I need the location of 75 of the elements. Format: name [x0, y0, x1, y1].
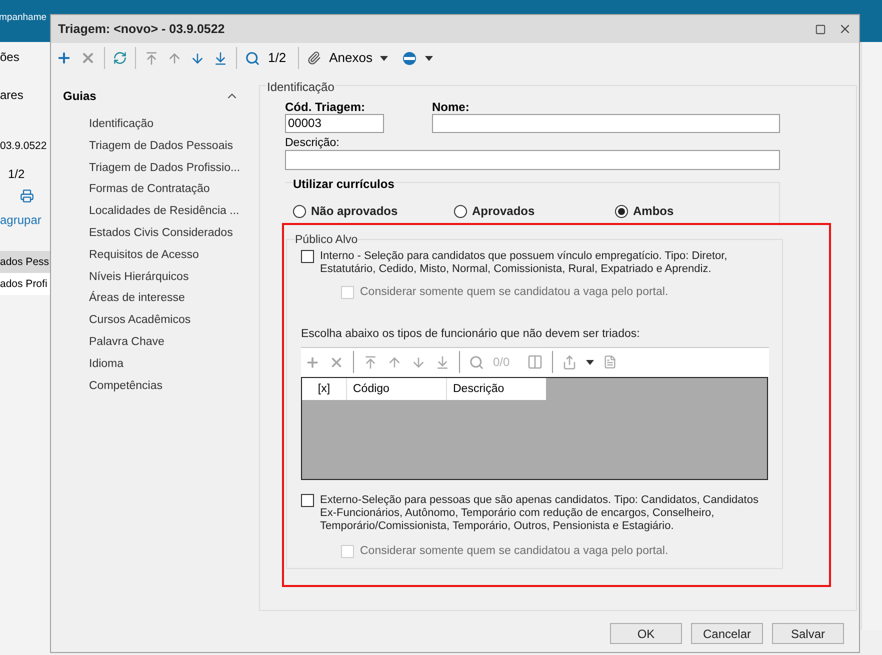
background-text: ões — [0, 49, 20, 66]
radio-button[interactable] — [615, 204, 628, 218]
first-record-icon[interactable] — [363, 354, 378, 370]
caret-icon[interactable] — [586, 360, 594, 364]
printer-icon[interactable] — [20, 188, 34, 203]
field-label: Nome: — [432, 100, 470, 114]
sidebar-item[interactable]: Cursos Acadêmicos — [89, 310, 259, 332]
menu-tab[interactable]: mpanhame — [0, 11, 47, 26]
refresh-icon[interactable] — [113, 51, 127, 65]
radio-label: Aprovados — [472, 203, 535, 220]
name-input[interactable] — [432, 114, 780, 133]
window-title: Triagem: <novo> - 03.9.0522 — [58, 20, 226, 38]
caret-icon[interactable] — [380, 56, 388, 60]
background-row[interactable]: ados Profi — [0, 272, 50, 295]
close-icon[interactable] — [838, 22, 852, 36]
background-link[interactable]: agrupar — [0, 210, 50, 229]
last-record-icon[interactable] — [213, 50, 228, 66]
last-record-icon[interactable] — [435, 354, 450, 370]
field-label: Cód. Triagem: — [285, 100, 366, 114]
background-text: 03.9.0522 — [0, 139, 47, 154]
checkbox[interactable] — [301, 250, 314, 263]
column-header[interactable]: Código — [347, 378, 447, 400]
description-input[interactable] — [285, 150, 780, 170]
checkbox-label: Considerar somente quem se candidatou a vaga pelo portal. — [360, 544, 668, 558]
field-label: Descrição: — [285, 136, 340, 150]
search-icon[interactable] — [469, 354, 484, 370]
dialog-button[interactable]: OK — [610, 623, 682, 644]
sidebar-item[interactable]: Identificação — [89, 114, 259, 136]
dialog-button[interactable]: Salvar — [772, 623, 844, 644]
sidebar-item[interactable]: Triagem de Dados Pessoais — [89, 136, 259, 158]
record-counter: 0/0 — [493, 354, 510, 371]
grid-caption: Escolha abaixo os tipos de funcionário que não devem ser triados: — [301, 327, 641, 342]
delete-icon[interactable] — [80, 50, 96, 66]
sidebar-item[interactable]: Palavra Chave — [89, 332, 259, 354]
record-counter: 1/2 — [268, 49, 286, 68]
paperclip-icon[interactable] — [307, 51, 322, 65]
search-icon[interactable] — [245, 50, 260, 66]
sidebar-item[interactable]: Requisitos de Acesso — [89, 244, 259, 267]
first-record-icon[interactable] — [144, 50, 159, 66]
checkbox[interactable] — [301, 494, 314, 506]
previous-record-icon[interactable] — [387, 354, 402, 370]
sidebar-item[interactable]: Competências — [89, 376, 259, 398]
sidebar-item[interactable]: Localidades de Residência ... — [89, 201, 259, 223]
sidebar-item[interactable]: Idioma — [89, 354, 259, 376]
radio-label: Não aprovados — [311, 203, 398, 220]
previous-record-icon[interactable] — [167, 50, 182, 66]
sidebar-item[interactable]: Áreas de interesse — [89, 288, 259, 310]
next-record-icon[interactable] — [411, 354, 426, 370]
sidebar-item[interactable]: Níveis Hierárquicos — [89, 266, 259, 288]
background-text: ares — [0, 87, 24, 104]
add-icon[interactable] — [56, 50, 72, 66]
background-row[interactable]: ados Pess — [0, 250, 50, 273]
export-icon[interactable] — [562, 354, 577, 370]
add-icon[interactable] — [305, 354, 320, 370]
sidebar-item[interactable]: Formas de Contratação — [89, 179, 259, 202]
background-text: 1/2 — [8, 166, 26, 183]
radio-button[interactable] — [293, 204, 306, 218]
code-input[interactable]: 00003 — [285, 114, 384, 133]
radio-button[interactable] — [454, 204, 467, 218]
caret-icon[interactable] — [425, 56, 434, 60]
checkbox-label: Considerar somente quem se candidatou a vaga pelo portal. — [360, 285, 668, 300]
sidebar-item[interactable]: Estados Civis Considerados — [89, 222, 259, 245]
attachments-menu[interactable]: Anexos — [329, 48, 372, 68]
dialog-button[interactable]: Cancelar — [691, 623, 763, 644]
column-header[interactable]: [x] — [302, 378, 347, 400]
column-header[interactable]: Descrição — [447, 378, 546, 400]
maximize-icon[interactable] — [815, 24, 826, 34]
checkbox-label: Externo-Seleção para pessoas que são apenas candidatos. Tipo: Candidatos, Candidatos Ex-Funcionários, Autônomo, Temporário com redução de encargos, Conselheiro, Temporário/Comissionista, Temporário, Outros, Pensionista e Estagiário. — [320, 494, 760, 532]
checkbox-label: Interno - Seleção para candidatos que possuem vínculo empregatício. Tipo: Diretor, Estatutário, Cedido, Misto, Normal, Comissionista, Rural, Expatriado e Aprendiz. — [320, 250, 728, 276]
columns-icon[interactable] — [526, 354, 543, 370]
next-record-icon[interactable] — [190, 50, 205, 66]
document-icon[interactable] — [602, 355, 617, 369]
sidebar-item[interactable]: Triagem de Dados Profissio... — [89, 158, 259, 180]
radio-label: Ambos — [633, 203, 674, 220]
sidebar-title: Guias — [63, 88, 96, 105]
